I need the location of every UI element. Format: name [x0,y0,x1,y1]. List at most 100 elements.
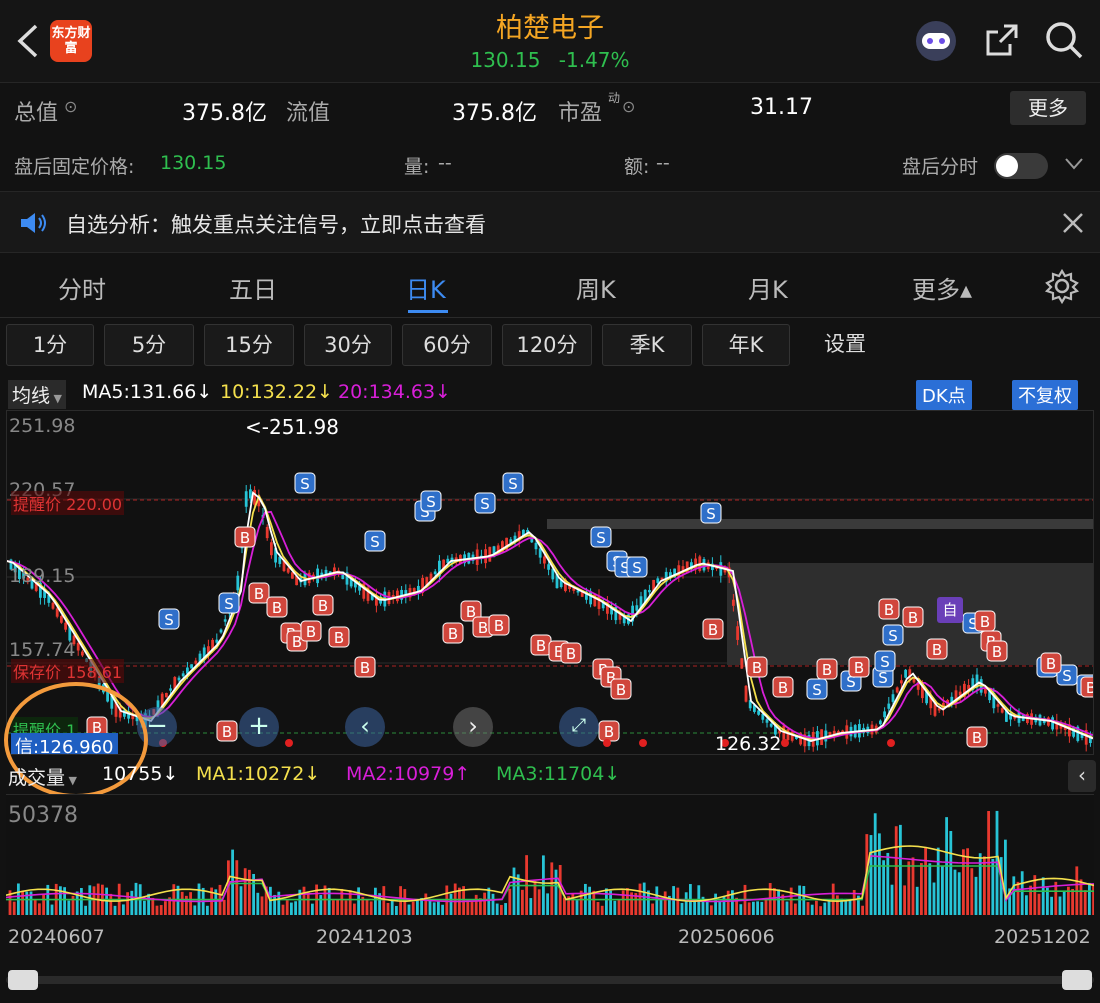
candle-body [879,720,882,725]
sell-signal-marker: S [218,592,240,614]
period-settings[interactable]: 设置 [800,324,890,366]
notice-text[interactable]: 自选分析：触发重点关注信号，立即点击查看 [66,209,486,239]
sell-signal-marker: S [502,472,524,494]
tab-daily-k[interactable]: 日K [406,270,446,305]
total-cap-value: 375.8亿 [182,101,267,126]
volume-bar [411,901,415,915]
tab-five-day[interactable]: 五日 [229,270,277,305]
scroll-left-button[interactable]: ‹ [345,707,385,747]
candle-body [244,491,248,507]
more-button[interactable]: 更多 [1010,91,1086,125]
period-120min[interactable]: 120分 [502,324,592,366]
svg-text:B: B [566,645,576,663]
volume-bar [773,888,776,915]
ma-selector[interactable]: 均线 ▼ [8,380,66,409]
gear-icon[interactable] [1044,268,1080,304]
fixed-price-label: 盘后固定价格: [14,156,135,178]
candle-body [1093,739,1094,743]
buy-signal-marker: B [234,526,256,548]
kline-chart[interactable]: SSSSSSSSSSSSSSSSSSSSSSBBBBBBBBBBBBBBBBBB… [6,410,1094,755]
alert-line-label[interactable]: 提醒价 220.00 [11,491,125,515]
buy-signal-marker: B [266,596,288,618]
svg-text:B: B [932,641,942,659]
volume-bar [903,885,906,915]
candle-body [891,694,895,702]
period-1min[interactable]: 1分 [6,324,94,366]
buy-signal-marker: B [926,638,948,660]
scroll-handle-right[interactable] [1062,970,1092,990]
scroll-handle-left[interactable] [8,970,38,990]
tab-more[interactable]: 更多▴ [912,270,972,305]
chevron-down-icon[interactable] [1064,157,1084,171]
period-year-k[interactable]: 年K [702,324,790,366]
volume-bar [546,893,549,915]
tab-monthly-k[interactable]: 月K [748,270,788,305]
svg-text:B: B [318,597,328,615]
volume-bar [122,904,125,915]
svg-text:B: B [254,585,264,603]
volume-bar [491,893,495,915]
float-cap-label: 流值 [286,101,331,126]
self-marker[interactable]: 自 [937,597,963,623]
volume-bar [483,892,486,915]
info-icon[interactable]: ⊙ [622,97,635,116]
tab-timeshare[interactable]: 分时 [58,270,106,305]
svg-text:B: B [240,529,250,547]
candle-body [433,571,437,575]
buy-signal-marker: B [300,620,322,642]
signal-dot [887,739,895,747]
buy-signal-marker: B [312,594,334,616]
date-axis: 20240607 20241203 20250606 20251202 [0,924,1100,954]
volume-bar [151,897,155,915]
volume-bar [794,903,797,915]
volume-bar [1050,896,1053,915]
svg-text:B: B [778,679,788,697]
ah-timeshare-toggle[interactable] [994,153,1048,179]
tab-weekly-k[interactable]: 周K [576,270,616,305]
svg-text:B: B [822,661,832,679]
candle-body [732,599,735,606]
close-icon[interactable] [1062,212,1084,234]
dk-point-button[interactable]: DK点 [916,380,972,410]
volume-chart[interactable]: 50378 [6,794,1094,920]
volume-bar [957,872,961,915]
svg-text:S: S [508,475,518,493]
candle-body [270,542,273,556]
info-icon[interactable]: ⊙ [64,97,77,116]
price-change: -1.47% [558,48,630,72]
volume-bar [827,899,831,915]
robot-assistant-icon[interactable] [912,18,960,64]
volume-bar [710,905,713,915]
buy-signal-marker: B [986,640,1008,662]
share-icon[interactable] [984,22,1020,58]
volume-bar [579,890,583,915]
volume-selector[interactable]: 成交量 ▼ [8,763,77,790]
volume-bar [235,860,239,915]
period-quarter-k[interactable]: 季K [602,324,692,366]
volume-bar [1058,896,1062,915]
search-icon[interactable] [1044,20,1084,60]
volume-bar [239,886,243,915]
zoom-in-button[interactable]: + [239,707,279,747]
fullscreen-icon[interactable]: ⤢ [559,707,599,747]
volume-bar [554,869,558,915]
range-scrollbar[interactable] [6,970,1094,990]
svg-text:B: B [1046,655,1056,673]
collapse-panel-button[interactable]: ‹ [1068,760,1096,792]
period-5min[interactable]: 5分 [104,324,194,366]
volume-ma2: MA2:10979↑ [346,763,471,785]
volume-bar [487,887,491,915]
period-60min[interactable]: 60分 [402,324,492,366]
volume-bar [836,895,839,915]
volume-bar [193,905,197,915]
volume-bar [823,902,827,915]
notice-bar[interactable]: 自选分析：触发重点关注信号，立即点击查看 [0,191,1100,253]
period-30min[interactable]: 30分 [304,324,392,366]
candle-body [736,626,739,640]
no-adjust-button[interactable]: 不复权 [1012,380,1078,410]
period-15min[interactable]: 15分 [204,324,294,366]
volume-bar [756,901,759,915]
sell-signal-marker: S [364,530,386,552]
volume-bar [983,856,986,915]
scroll-right-button[interactable]: › [453,707,493,747]
